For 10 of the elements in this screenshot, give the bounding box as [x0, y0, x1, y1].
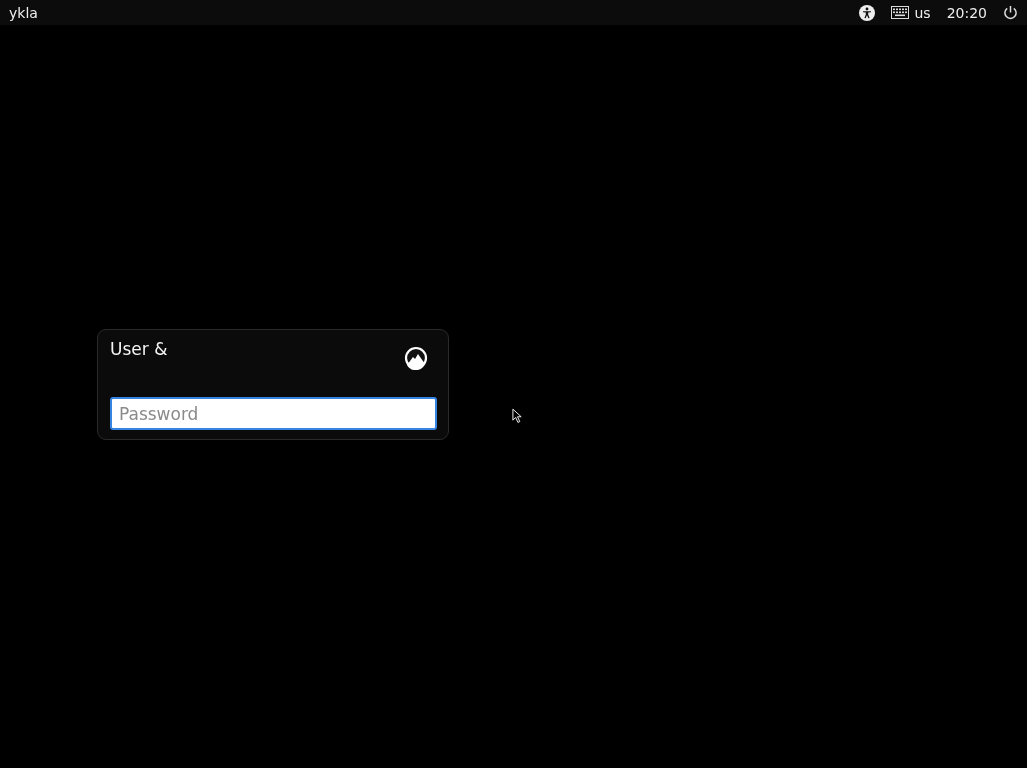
- accessibility-icon[interactable]: [859, 4, 876, 21]
- keyboard-icon[interactable]: [891, 6, 910, 19]
- power-icon[interactable]: [1003, 5, 1018, 20]
- hostname: ykla: [9, 4, 38, 21]
- clock: 20:20: [946, 4, 987, 21]
- mouse-pointer-icon: [512, 408, 523, 425]
- user-label: User &: [110, 339, 168, 359]
- mountain-logo-icon: [404, 346, 428, 370]
- password-field[interactable]: Password: [110, 397, 437, 430]
- keyboard-layout[interactable]: us: [914, 4, 931, 21]
